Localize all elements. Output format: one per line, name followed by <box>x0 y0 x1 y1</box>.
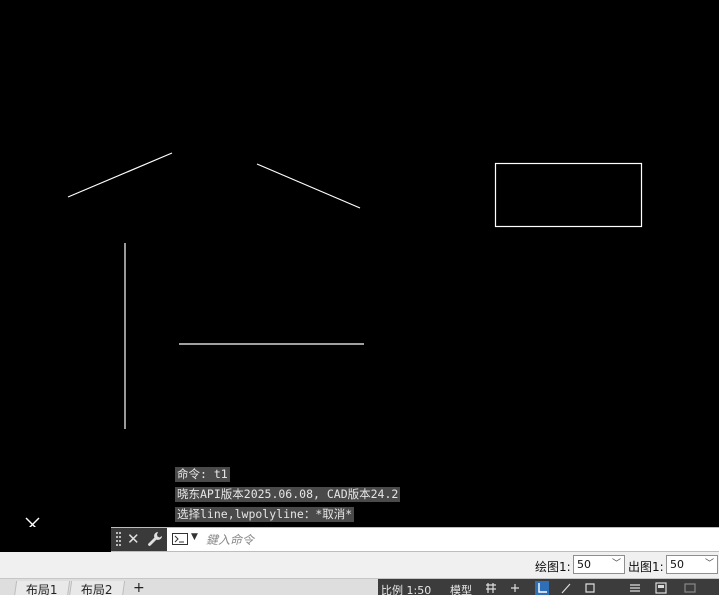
command-bar-controls: ✕ <box>111 528 167 551</box>
ucs-icon <box>25 517 40 527</box>
history-line: 晓东API版本2025.06.08, CAD版本24.2 <box>175 487 401 502</box>
status-toggles: 比例 1:50 模型 <box>378 579 719 595</box>
command-line-bar: ✕ ▼ <box>111 527 719 552</box>
close-icon[interactable]: ✕ <box>127 530 140 548</box>
tab-layout-1[interactable]: 布局1 <box>13 581 70 595</box>
tab-label: 布局1 <box>25 583 58 595</box>
draw-scale-value: 50 <box>577 558 591 571</box>
grid-icon[interactable] <box>484 581 498 595</box>
chevron-down-icon: ﹀ <box>704 559 714 569</box>
ortho-icon[interactable] <box>535 581 549 595</box>
command-history: 命令: t1 晓东API版本2025.06.08, CAD版本24.2 选择li… <box>175 467 401 527</box>
snap-icon[interactable] <box>508 581 522 595</box>
osnap-icon[interactable] <box>583 581 597 595</box>
chevron-down-icon: ﹀ <box>611 559 621 569</box>
tab-layout-2[interactable]: 布局2 <box>68 581 125 595</box>
draw-scale-select[interactable]: 50 ﹀ <box>573 555 625 574</box>
add-tab-button[interactable]: + <box>133 580 145 595</box>
drawing-entities <box>25 152 643 527</box>
drawing-canvas[interactable] <box>0 0 719 527</box>
settings-icon[interactable] <box>628 581 642 595</box>
wrench-icon[interactable] <box>147 531 163 547</box>
roof-left-line[interactable] <box>67 152 173 198</box>
print-scale-select[interactable]: 50 ﹀ <box>666 555 718 574</box>
history-line: 命令: t1 <box>175 467 230 482</box>
polar-icon[interactable] <box>559 581 573 595</box>
command-input[interactable] <box>204 530 708 550</box>
rectangle-polyline[interactable] <box>494 162 643 228</box>
history-line: 选择line,lwpolyline：*取消* <box>175 507 355 522</box>
status-bar: 布局1 布局2 + 比例 1:50 模型 <box>0 578 719 595</box>
command-prompt-icon[interactable] <box>172 533 188 545</box>
chevron-down-icon[interactable]: ▼ <box>191 532 198 542</box>
print-scale-label: 出图1: <box>628 560 664 574</box>
print-scale-value: 50 <box>670 558 684 571</box>
tab-label: 布局2 <box>80 583 113 595</box>
viewport-icon[interactable] <box>683 581 697 595</box>
model-space-button[interactable]: 模型 <box>450 582 472 595</box>
roof-right-line[interactable] <box>256 163 361 209</box>
grip-icon[interactable] <box>116 532 122 547</box>
annotation-scale[interactable]: 比例 1:50 <box>381 582 431 595</box>
scale-bar: 绘图1: 50 ﹀ 出图1: 50 ﹀ <box>0 552 719 578</box>
layout-icon[interactable] <box>654 581 668 595</box>
draw-scale-label: 绘图1: <box>535 560 571 574</box>
